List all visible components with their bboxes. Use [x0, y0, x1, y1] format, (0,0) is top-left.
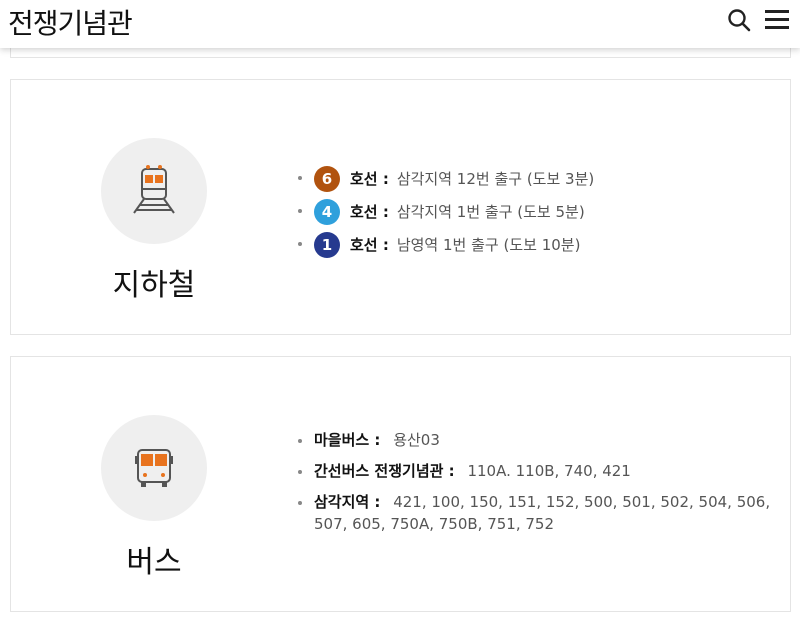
bus-icon	[135, 449, 173, 487]
route-numbers: 110A. 110B, 740, 421	[467, 462, 631, 480]
route-numbers: 용산03	[393, 431, 440, 449]
site-header: 전쟁기념관	[0, 0, 800, 48]
route-label: 삼각지역 :	[314, 493, 381, 511]
bus-section: 버스 마을버스 : 용산03 간선버스 전쟁기념관 : 110A. 110B, …	[10, 356, 791, 612]
bus-route-list: 마을버스 : 용산03 간선버스 전쟁기념관 : 110A. 110B, 740…	[296, 429, 776, 544]
subway-line-item: 6 호선 : 삼각지역 12번 출구 (도보 3분)	[296, 162, 594, 195]
bus-route-item: 간선버스 전쟁기념관 : 110A. 110B, 740, 421	[296, 460, 776, 482]
line-4-badge: 4	[314, 198, 340, 225]
subway-section: 지하철 6 호선 : 삼각지역 12번 출구 (도보 3분) 4 호선 : 삼각…	[10, 79, 791, 335]
line-label: 호선 :	[350, 202, 389, 221]
subway-line-item: 4 호선 : 삼각지역 1번 출구 (도보 5분)	[296, 195, 594, 228]
previous-section-card	[10, 48, 791, 58]
site-logo[interactable]: 전쟁기념관	[8, 2, 133, 42]
line-6-badge: 6	[314, 165, 340, 192]
line-directions: 삼각지역 1번 출구 (도보 5분)	[396, 202, 585, 221]
subway-line-list: 6 호선 : 삼각지역 12번 출구 (도보 3분) 4 호선 : 삼각지역 1…	[296, 162, 594, 261]
line-label: 호선 :	[350, 169, 389, 188]
search-icon[interactable]	[727, 8, 751, 32]
subway-title: 지하철	[112, 268, 196, 303]
bus-icon-circle	[101, 415, 207, 521]
line-directions: 삼각지역 12번 출구 (도보 3분)	[396, 169, 595, 188]
bus-title: 버스	[126, 545, 182, 580]
bus-route-item: 마을버스 : 용산03	[296, 429, 776, 451]
subway-line-item: 1 호선 : 남영역 1번 출구 (도보 10분)	[296, 228, 594, 261]
subway-icon-circle	[101, 138, 207, 244]
bus-route-item: 삼각지역 : 421, 100, 150, 151, 152, 500, 501…	[296, 491, 776, 535]
line-label: 호선 :	[350, 235, 389, 254]
line-directions: 남영역 1번 출구 (도보 10분)	[396, 235, 581, 254]
hamburger-menu-icon[interactable]	[764, 8, 790, 32]
route-numbers: 421, 100, 150, 151, 152, 500, 501, 502, …	[314, 493, 771, 533]
train-icon	[133, 165, 175, 214]
route-label: 마을버스 :	[314, 431, 381, 449]
line-1-badge: 1	[314, 231, 340, 258]
route-label: 간선버스 전쟁기념관 :	[314, 462, 455, 480]
